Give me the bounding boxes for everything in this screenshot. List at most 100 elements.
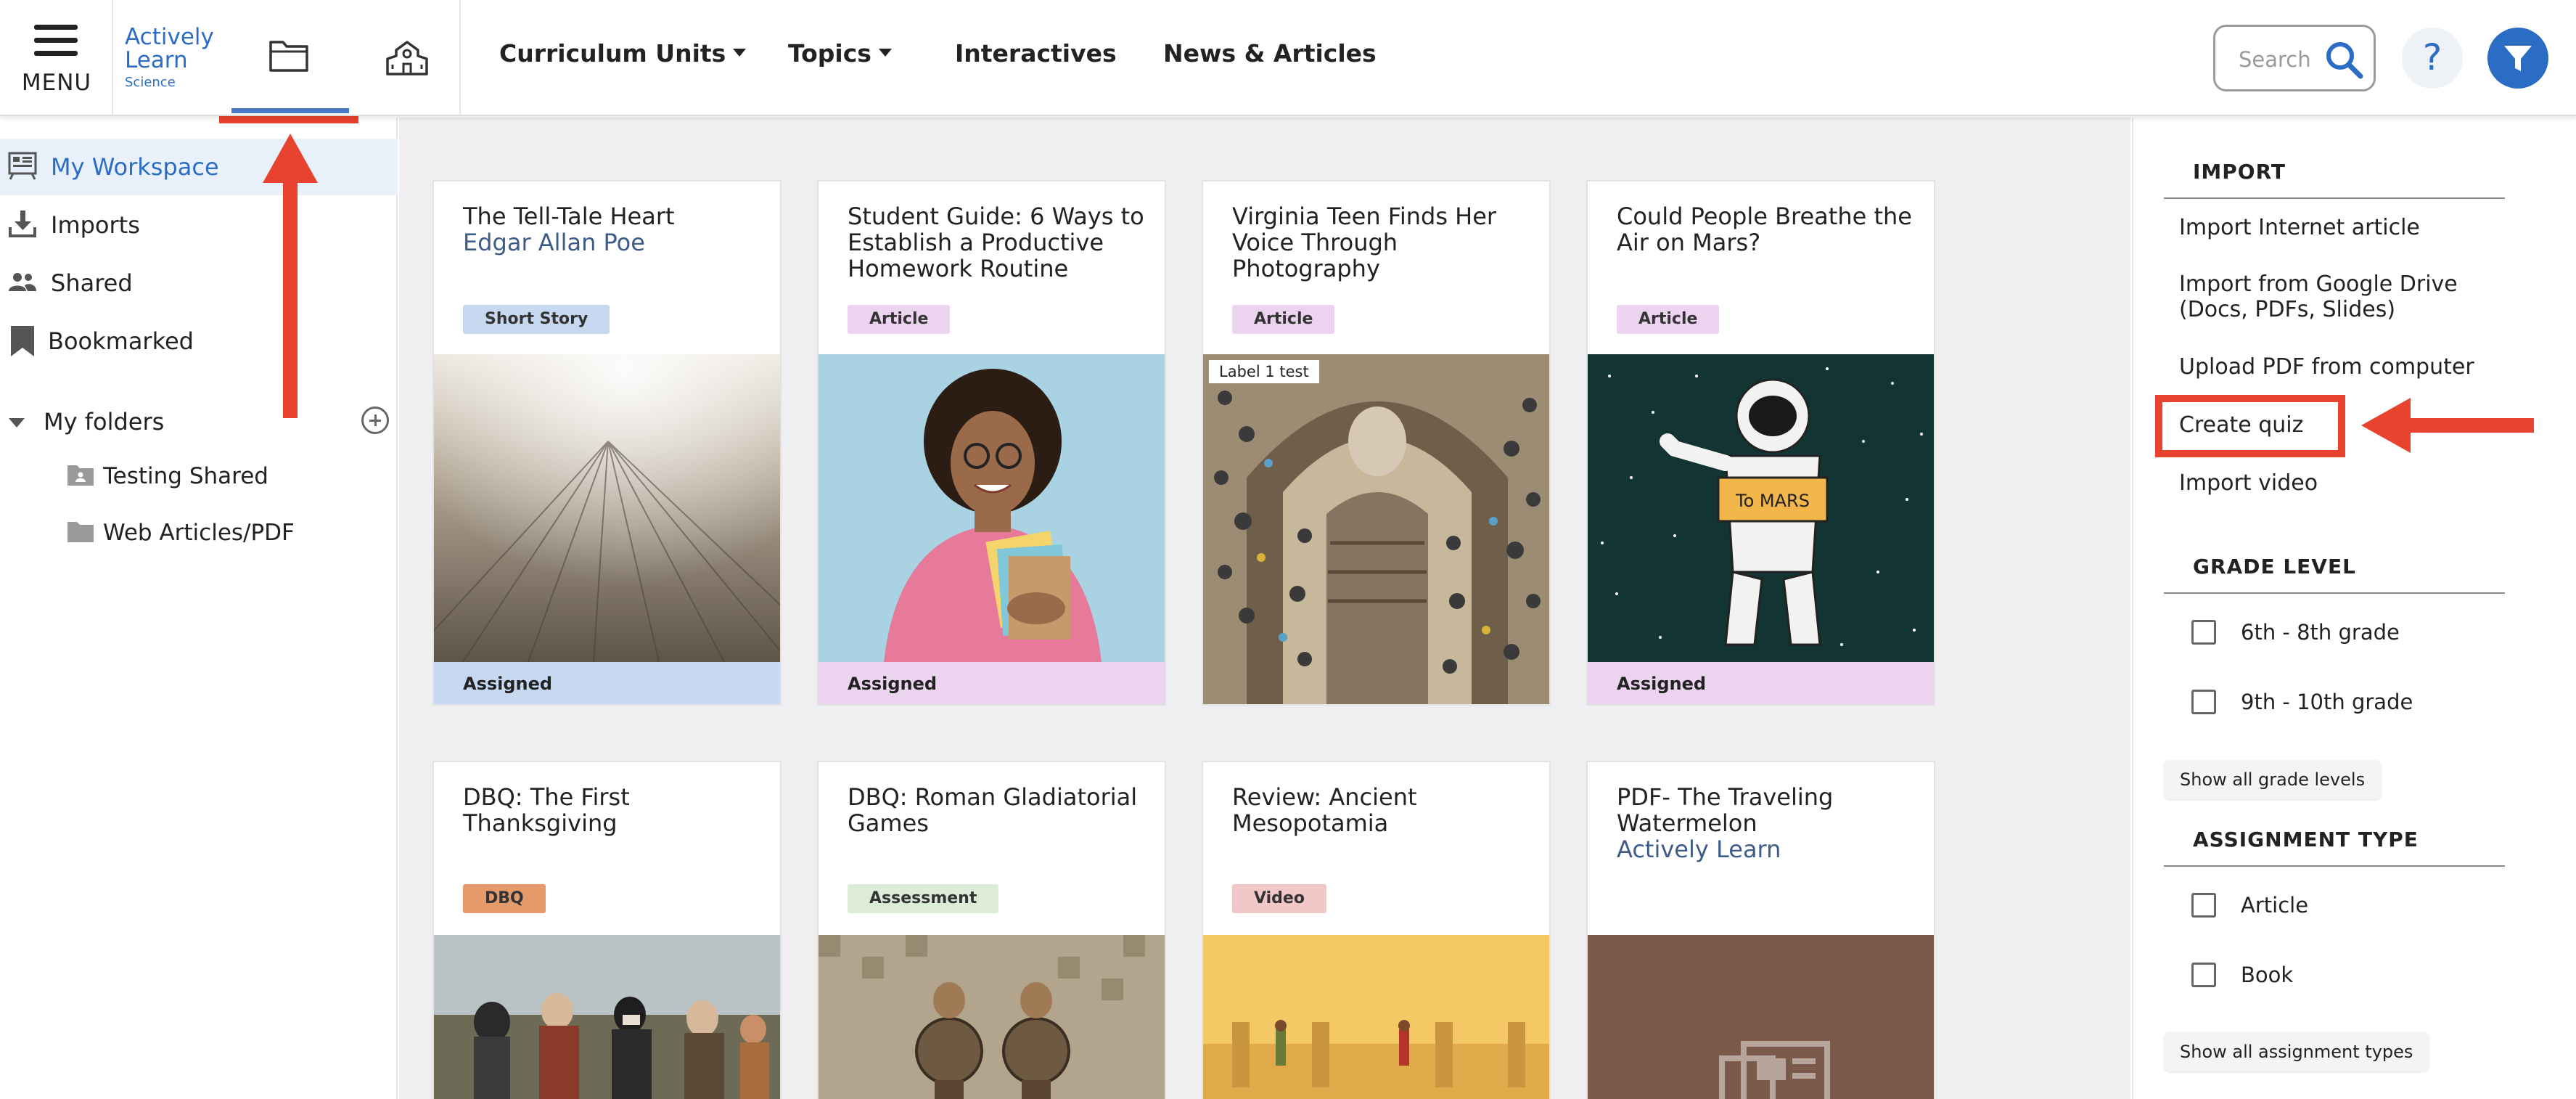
add-folder-icon[interactable]: [361, 406, 389, 434]
menu-label: MENU: [21, 70, 92, 96]
upload-pdf-link[interactable]: Upload PDF from computer: [2179, 354, 2520, 380]
tag-badge: Short Story: [463, 305, 610, 334]
folder-icon: [269, 41, 308, 72]
content-card-ancient-mesopotamia[interactable]: Review: Ancient Mesopotamia Video: [1202, 761, 1551, 1099]
pdf-document-icon: [1719, 1041, 1830, 1099]
grade-level-heading: GRADE LEVEL: [2193, 555, 2356, 579]
folder-label: Testing Shared: [103, 463, 268, 489]
my-folders-label: My folders: [44, 408, 165, 436]
folder-label: Web Articles/PDF: [103, 520, 295, 546]
sidebar-item-label: Bookmarked: [48, 327, 194, 355]
grade-6-8-label: 6th - 8th grade: [2241, 620, 2400, 645]
card-title-text: Could People Breathe the Air on Mars?: [1617, 203, 1912, 256]
grade-6-8-checkbox[interactable]: [2191, 620, 2216, 645]
card-title: PDF- The Traveling Watermelon Actively L…: [1617, 784, 1921, 862]
content-card-mars-air[interactable]: Could People Breathe the Air on Mars? Ar…: [1586, 180, 1935, 706]
card-title-text: The Tell-Tale Heart: [463, 203, 675, 230]
card-image: [434, 354, 780, 663]
filter-icon: [2504, 46, 2532, 71]
import-internet-article-link[interactable]: Import Internet article: [2179, 215, 2520, 240]
card-title: The Tell-Tale Heart Edgar Allan Poe: [463, 203, 768, 256]
logo-line-3: Science: [125, 75, 176, 90]
card-title: DBQ: The First Thanksgiving: [463, 784, 768, 836]
content-card-first-thanksgiving[interactable]: DBQ: The First Thanksgiving DBQ: [432, 761, 782, 1099]
my-folders-header[interactable]: My folders: [0, 401, 398, 444]
article-type-checkbox[interactable]: [2191, 893, 2216, 918]
active-tab-underline: [231, 108, 349, 113]
tag-badge: Assessment: [848, 884, 999, 913]
book-type-label: Book: [2241, 963, 2294, 987]
content-card-student-guide[interactable]: Student Guide: 6 Ways to Establish a Pro…: [817, 180, 1166, 706]
nav-topics-label: Topics: [788, 39, 871, 68]
content-card-virginia-teen[interactable]: Virginia Teen Finds Her Voice Through Ph…: [1202, 180, 1551, 706]
card-title-text: DBQ: The First Thanksgiving: [463, 783, 630, 837]
menu-button[interactable]: MENU: [0, 0, 113, 115]
actively-learn-logo[interactable]: Actively Learn Science: [125, 26, 219, 89]
nav-topics[interactable]: Topics: [788, 39, 892, 68]
assignment-type-heading: ASSIGNMENT TYPE: [2193, 828, 2419, 851]
sidebar-item-label: My Workspace: [51, 153, 219, 181]
school-library-tab[interactable]: [366, 0, 461, 115]
tag-badge: Article: [848, 305, 951, 334]
hamburger-icon: [34, 25, 78, 64]
tag-badge: Article: [1617, 305, 1720, 334]
filter-button[interactable]: [2487, 28, 2548, 89]
folder-icon: [67, 522, 94, 542]
top-navigation-bar: MENU Actively Learn Science Curriculum U…: [0, 0, 2576, 116]
nav-interactives[interactable]: Interactives: [955, 39, 1117, 68]
import-google-drive-link[interactable]: Import from Google Drive (Docs, PDFs, Sl…: [2179, 271, 2520, 322]
help-icon: ?: [2422, 36, 2442, 78]
nav-curriculum-units-label: Curriculum Units: [499, 39, 726, 68]
content-card-tell-tale-heart[interactable]: The Tell-Tale Heart Edgar Allan Poe Shor…: [432, 180, 782, 706]
divider: [2164, 865, 2505, 867]
card-title: DBQ: Roman Gladiatorial Games: [848, 784, 1152, 836]
show-all-grade-levels-button[interactable]: Show all grade levels: [2164, 760, 2382, 799]
tag-badge: Video: [1232, 884, 1326, 913]
content-card-traveling-watermelon[interactable]: PDF- The Traveling Watermelon Actively L…: [1586, 761, 1935, 1099]
card-title-text: Virginia Teen Finds Her Voice Through Ph…: [1232, 203, 1497, 282]
divider: [2164, 592, 2505, 594]
folder-item-testing-shared[interactable]: Testing Shared: [67, 454, 386, 498]
content-card-roman-gladiatorial[interactable]: DBQ: Roman Gladiatorial Games Assessment: [817, 761, 1166, 1099]
folder-item-web-articles[interactable]: Web Articles/PDF: [67, 511, 386, 555]
card-author: Actively Learn: [1617, 836, 1781, 863]
card-title: Student Guide: 6 Ways to Establish a Pro…: [848, 203, 1152, 282]
tag-badge: DBQ: [463, 884, 546, 913]
sidebar-item-bookmarked[interactable]: Bookmarked: [0, 313, 398, 369]
import-heading: IMPORT: [2193, 160, 2286, 184]
grade-9-10-label: 9th - 10th grade: [2241, 690, 2413, 714]
card-title-text: Review: Ancient Mesopotamia: [1232, 783, 1417, 837]
search-placeholder: Search: [2239, 47, 2311, 72]
import-video-link[interactable]: Import video: [2179, 470, 2520, 496]
search-input[interactable]: Search: [2213, 25, 2376, 91]
logo-line-1: Actively: [125, 24, 214, 50]
sidebar-item-label: Shared: [51, 269, 133, 297]
workspace-folder-tab[interactable]: [221, 4, 359, 120]
help-button[interactable]: ?: [2402, 28, 2463, 89]
nav-news-articles[interactable]: News & Articles: [1163, 39, 1377, 68]
show-all-assignment-types-button[interactable]: Show all assignment types: [2164, 1032, 2429, 1071]
collapse-triangle-icon[interactable]: [9, 418, 25, 428]
card-author: Edgar Allan Poe: [463, 229, 645, 256]
logo-line-2: Learn: [125, 47, 188, 73]
create-quiz-link[interactable]: Create quiz: [2179, 412, 2520, 438]
caret-down-icon: [878, 49, 892, 57]
book-type-checkbox[interactable]: [2191, 963, 2216, 987]
bookmark-icon: [11, 326, 34, 356]
grade-9-10-checkbox[interactable]: [2191, 690, 2216, 714]
card-title-text: DBQ: Roman Gladiatorial Games: [848, 783, 1138, 837]
card-title-text: Student Guide: 6 Ways to Establish a Pro…: [848, 203, 1144, 282]
card-image: [819, 354, 1165, 662]
caret-down-icon: [733, 49, 747, 57]
card-title-text: PDF- The Traveling Watermelon: [1617, 783, 1834, 837]
right-filter-panel: IMPORT Import Internet article Import fr…: [2132, 118, 2576, 1099]
sidebar-item-my-workspace[interactable]: My Workspace: [0, 139, 398, 195]
sidebar-item-imports[interactable]: Imports: [0, 197, 398, 253]
search-icon[interactable]: [2324, 40, 2365, 81]
article-type-label: Article: [2241, 893, 2309, 918]
people-icon: [9, 273, 36, 291]
nav-curriculum-units[interactable]: Curriculum Units: [499, 39, 747, 68]
card-image: [1203, 935, 1549, 1099]
sidebar-item-shared[interactable]: Shared: [0, 255, 398, 311]
card-title: Review: Ancient Mesopotamia: [1232, 784, 1537, 836]
